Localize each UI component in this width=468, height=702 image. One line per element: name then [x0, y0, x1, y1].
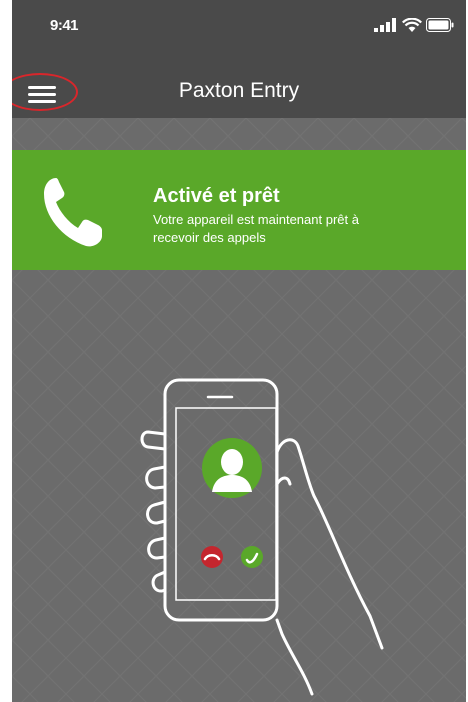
page-title: Paxton Entry [178, 79, 300, 102]
signal-icon [374, 18, 396, 32]
phone-icon [44, 178, 102, 247]
app-screen: 9:41 Paxton Entry Activé et prêt Votre a… [12, 0, 466, 702]
decline-call-icon [201, 546, 223, 568]
status-icons [374, 18, 454, 34]
navigation-bar: Paxton Entry [12, 64, 466, 118]
hand-fingers [140, 430, 166, 593]
wifi-icon [402, 18, 422, 32]
battery-icon [426, 18, 454, 32]
phone-illustration [140, 378, 384, 696]
banner-description-line2: recevoir des appels [153, 230, 266, 245]
avatar-icon [202, 438, 262, 498]
status-time: 9:41 [50, 17, 79, 34]
accept-call-icon [241, 546, 263, 568]
banner-description-line1: Votre appareil est maintenant prêt à [153, 212, 359, 227]
banner-title: Activé et prêt [153, 185, 280, 207]
status-bar: 9:41 [12, 0, 466, 64]
status-banner: Activé et prêt Votre appareil est mainte… [12, 150, 466, 270]
hand-palm [275, 438, 384, 696]
phone-screen [175, 407, 277, 601]
banner-description: Votre appareil est maintenant prêt à rec… [153, 211, 413, 247]
phone-outline [163, 378, 279, 622]
